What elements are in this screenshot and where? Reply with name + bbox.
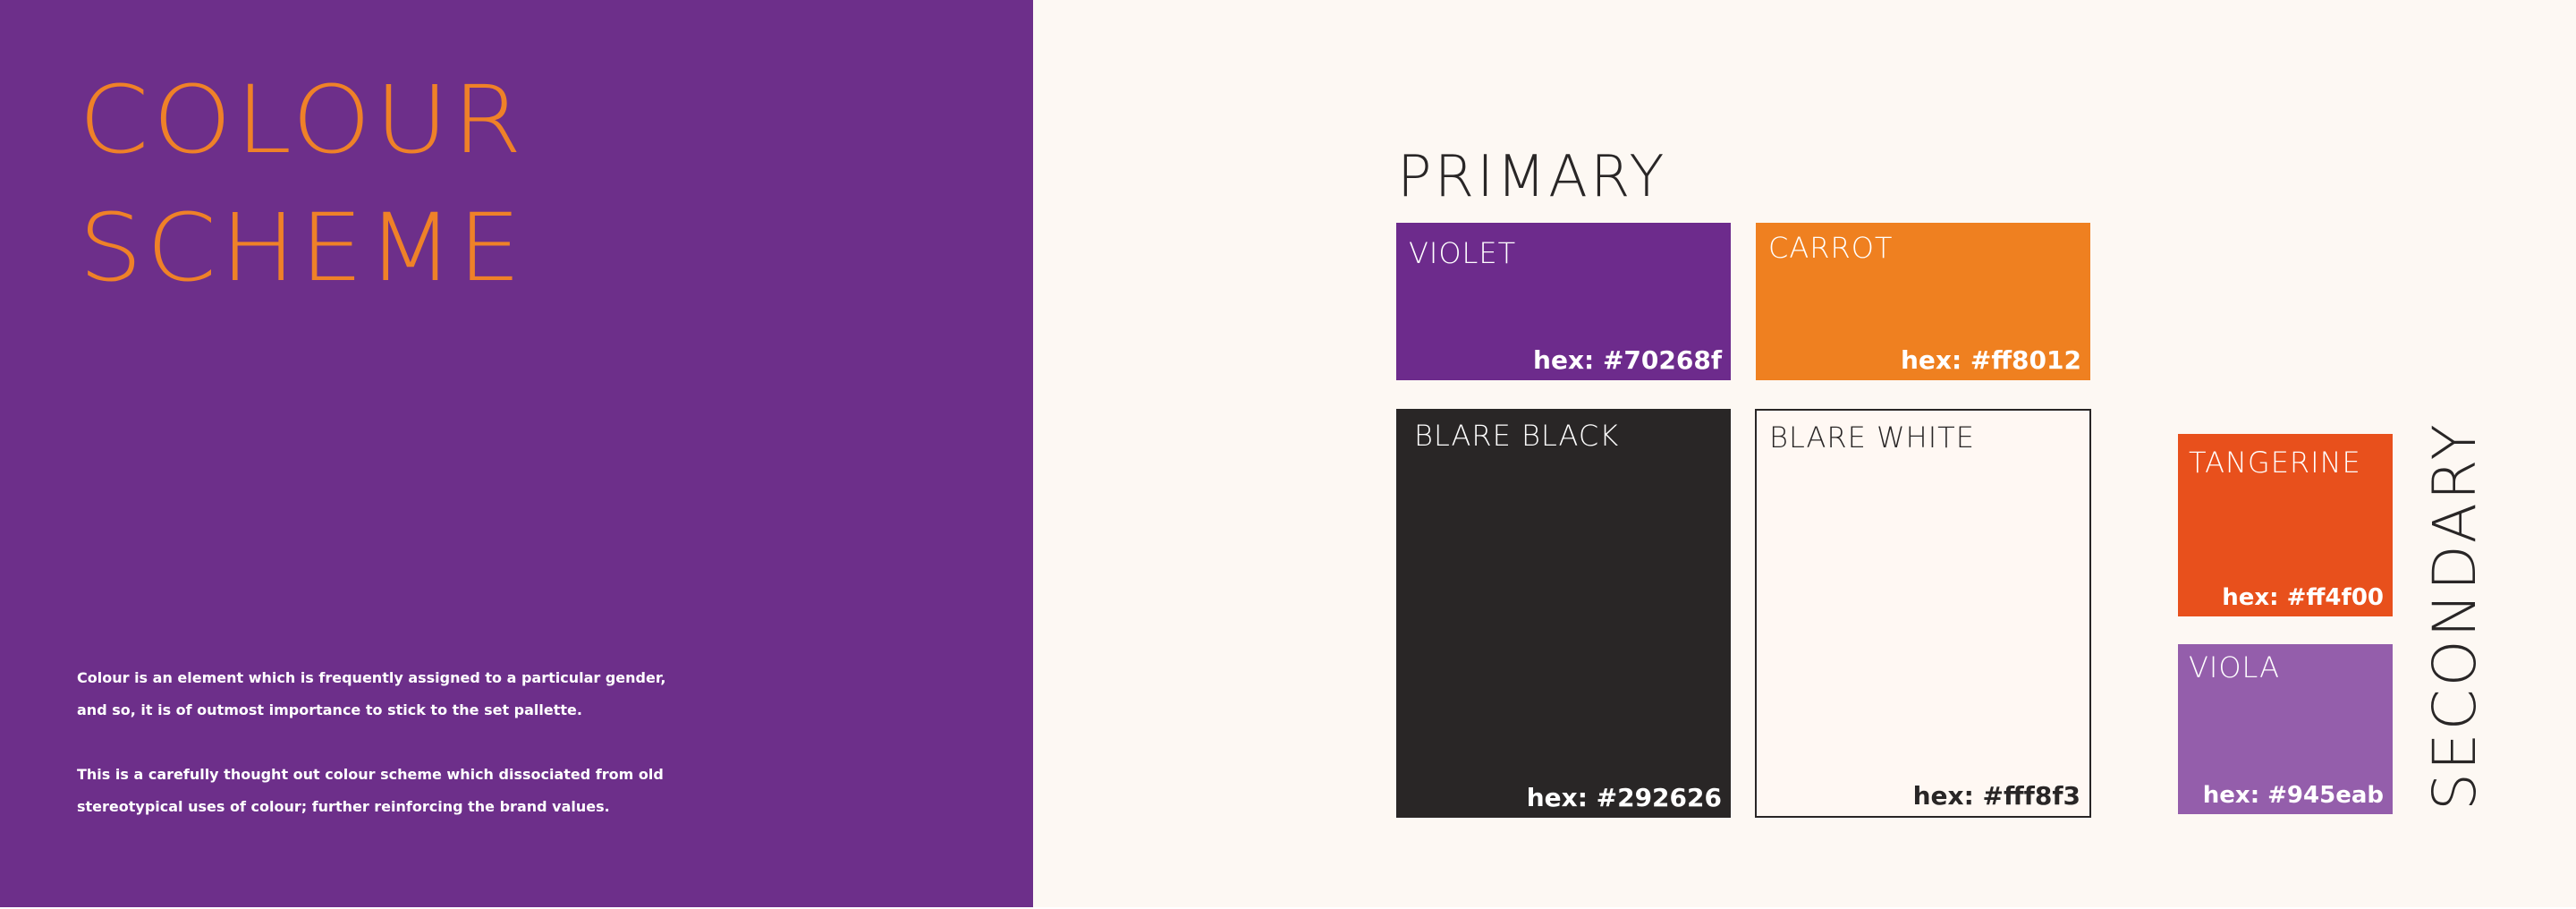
- description-line: stereotypical uses of colour; further re…: [77, 798, 610, 815]
- title-line-1: COLOUR: [79, 65, 526, 174]
- description-line: and so, it is of outmost importance to s…: [77, 701, 582, 718]
- swatch-hex: hex: #292626: [1526, 783, 1722, 812]
- swatch-hex: hex: #945eab: [2202, 782, 2384, 809]
- swatch-violet: VIOLET hex: #70268f: [1396, 223, 1731, 380]
- title-line-2: SCHEME: [79, 193, 525, 302]
- swatch-carrot: CARROT hex: #ff8012: [1756, 223, 2090, 380]
- swatch-viola: VIOLA hex: #945eab: [2178, 644, 2393, 814]
- description-paragraph-1: Colour is an element which is frequently…: [77, 662, 703, 726]
- left-panel: COLOUR SCHEME Colour is an element which…: [0, 0, 1033, 907]
- swatch-hex: hex: #70268f: [1533, 345, 1722, 375]
- swatch-name: VIOLA: [2189, 650, 2280, 684]
- description-line: This is a carefully thought out colour s…: [77, 766, 664, 783]
- primary-heading: PRIMARY: [1397, 144, 1667, 210]
- swatch-blare-white: BLARE WHITE hex: #fff8f3: [1755, 409, 2091, 818]
- secondary-heading: SECONDARY: [2420, 421, 2489, 811]
- description-line: Colour is an element which is frequently…: [77, 669, 666, 686]
- swatch-name: VIOLET: [1409, 236, 1517, 270]
- swatch-tangerine: TANGERINE hex: #ff4f00: [2178, 434, 2393, 616]
- swatch-name: BLARE WHITE: [1769, 421, 1975, 454]
- swatch-name: TANGERINE: [2189, 446, 2361, 480]
- swatch-name: CARROT: [1768, 231, 1894, 265]
- swatch-hex: hex: #ff8012: [1900, 345, 2081, 375]
- swatch-hex: hex: #ff4f00: [2222, 584, 2384, 611]
- description-paragraph-2: This is a carefully thought out colour s…: [77, 759, 703, 823]
- swatch-hex: hex: #fff8f3: [1912, 781, 2080, 811]
- swatch-name: BLARE BLACK: [1414, 419, 1620, 453]
- swatch-blare-black: BLARE BLACK hex: #292626: [1396, 409, 1731, 818]
